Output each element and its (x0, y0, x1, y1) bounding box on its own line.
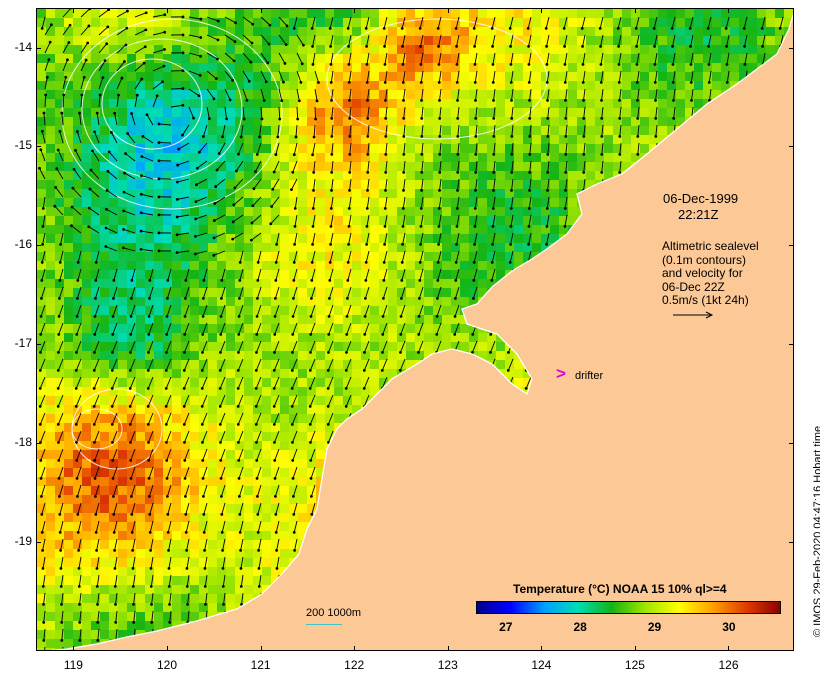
drifter-label: drifter (575, 370, 604, 382)
altimetry-legend: Altimetric sealevel (0.1m contours) and … (662, 239, 759, 308)
lon-tick-label: 124 (531, 658, 552, 672)
lon-tick (541, 646, 543, 651)
colorbar-title: Temperature (°C) NOAA 15 10% ql>=4 (513, 582, 727, 596)
lon-tick-label: 123 (437, 658, 458, 672)
altimetry-line: 0.5m/s (1kt 24h) (662, 293, 749, 307)
lat-tick-label: -19 (14, 534, 32, 549)
lon-tick-label: 121 (250, 658, 271, 672)
lat-tick (789, 542, 794, 544)
lat-tick (789, 245, 794, 247)
map-frame (36, 8, 794, 651)
lat-tick-label: -17 (14, 336, 32, 351)
lat-tick-label: -15 (14, 138, 32, 153)
colorbar-tick-label: 28 (573, 620, 587, 634)
lon-tick (447, 8, 449, 13)
lat-tick (789, 344, 794, 346)
colorbar-tick-label: 27 (499, 620, 513, 634)
velocity-scale-arrow (673, 311, 714, 319)
sst-map (37, 9, 793, 650)
lat-tick (789, 47, 794, 49)
lon-tick (541, 8, 543, 13)
lon-tick-label: 122 (344, 658, 365, 672)
lon-tick (260, 8, 262, 13)
lat-tick (36, 443, 41, 445)
lat-tick (789, 146, 794, 148)
temperature-colorbar (476, 601, 781, 614)
lon-tick (260, 646, 262, 651)
credit-text: © IMOS 29-Feb-2020 04:47:16 Hobart time (812, 425, 820, 637)
lon-tick-label: 119 (63, 658, 83, 672)
lon-tick (167, 8, 168, 13)
lon-tick-label: 120 (156, 658, 178, 672)
lat-tick-label: -18 (14, 435, 32, 450)
lat-tick (36, 245, 41, 247)
lat-tick (36, 146, 41, 148)
altimetry-line: and velocity for (662, 266, 743, 280)
image-date: 06-Dec-1999 (663, 191, 739, 206)
lon-tick (634, 646, 636, 651)
lon-tick-label: 126 (718, 658, 739, 672)
lon-tick (728, 646, 730, 651)
lat-tick (36, 47, 41, 49)
lon-tick (354, 8, 356, 13)
drifter-marker: > (556, 364, 566, 383)
lat-tick-label: -14 (14, 39, 32, 54)
lon-tick (728, 8, 730, 13)
bathymetry-label: 200 1000m (306, 607, 362, 619)
colorbar-tick-label: 30 (722, 620, 736, 634)
lon-tick (73, 8, 75, 13)
lon-tick (447, 646, 449, 651)
bathymetry-line-sample (306, 624, 342, 625)
lat-tick-label: -16 (14, 237, 32, 252)
lon-tick (73, 646, 75, 651)
lon-tick-label: 125 (624, 658, 645, 672)
lon-tick (354, 646, 356, 651)
lat-tick (789, 443, 794, 445)
lat-tick (36, 344, 41, 346)
altimetry-line: (0.1m contours) (662, 252, 747, 267)
lon-tick (167, 646, 168, 651)
altimetry-line: Altimetric sealevel (662, 239, 759, 253)
colorbar-tick-label: 29 (647, 620, 662, 634)
altimetry-line: 06-Dec 22Z (662, 279, 725, 294)
lon-tick (634, 8, 636, 13)
lat-tick (36, 542, 41, 544)
image-time: 22:21Z (678, 207, 719, 222)
